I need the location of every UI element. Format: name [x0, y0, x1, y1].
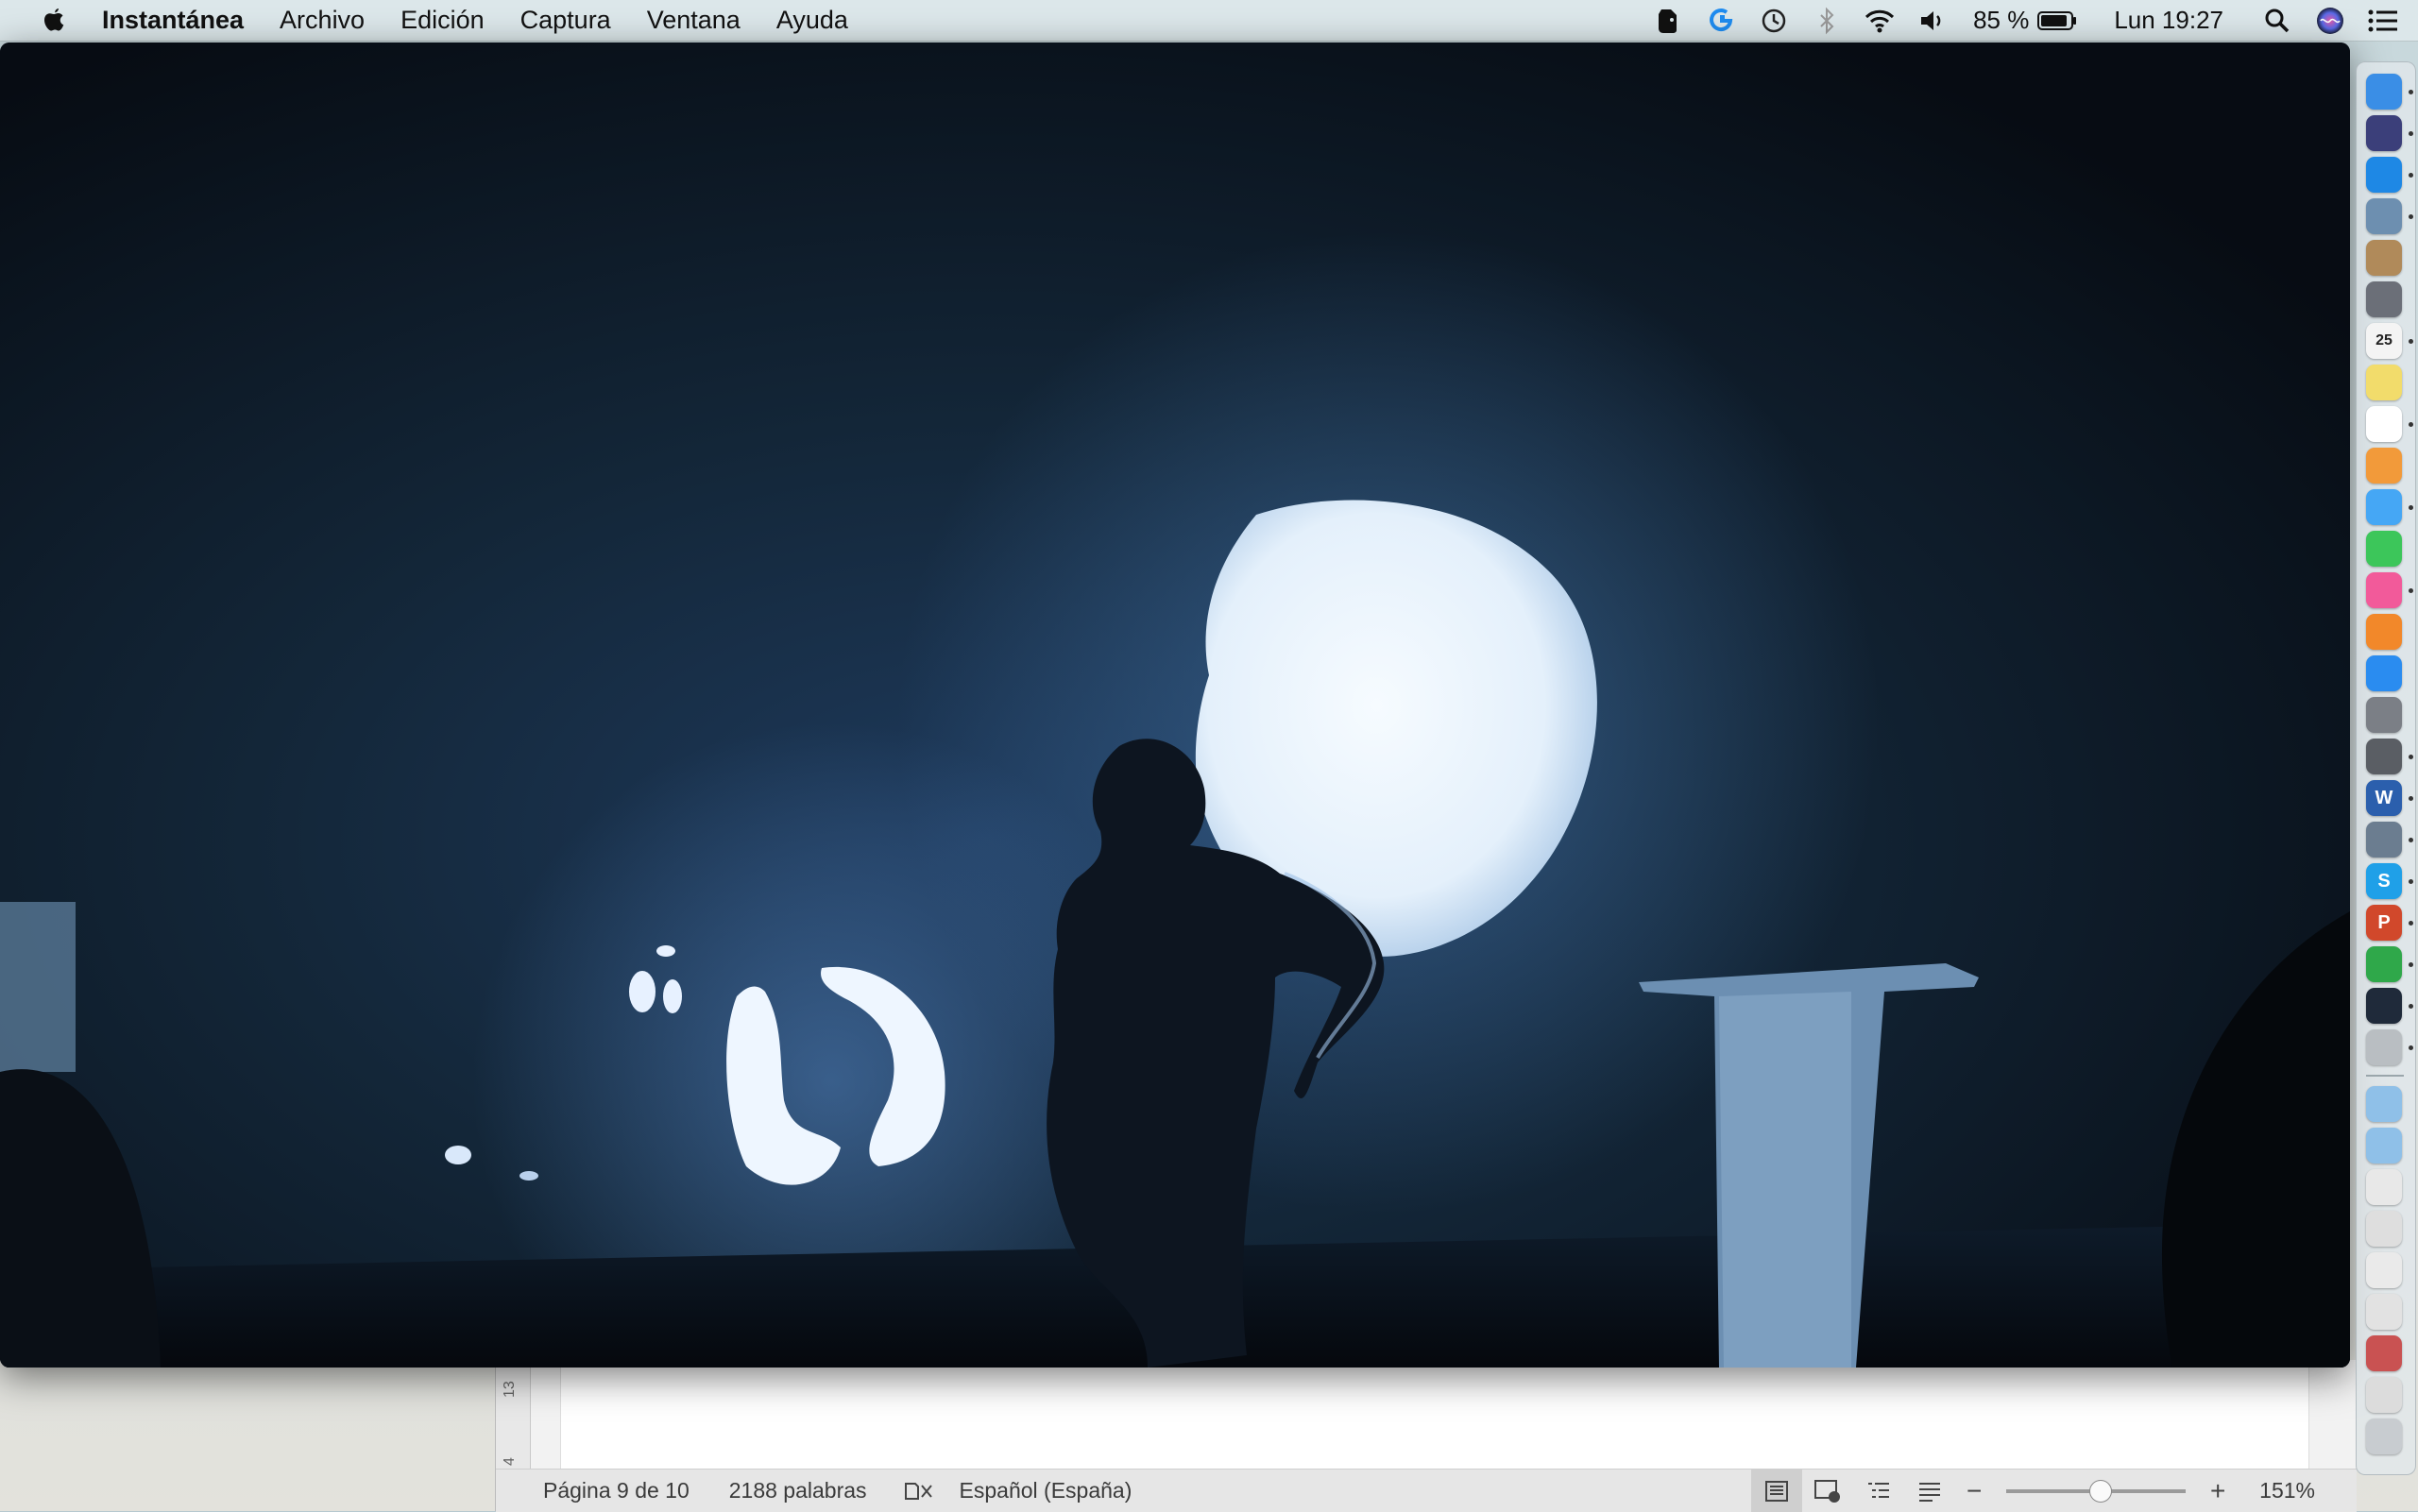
dock: 25 W S P [2356, 61, 2416, 1475]
zoom-in-button[interactable]: + [2199, 1470, 2237, 1512]
document-stack-icon[interactable] [2366, 1294, 2402, 1330]
launchpad-icon[interactable] [2366, 281, 2402, 317]
siri-icon[interactable] [2366, 115, 2402, 151]
zoom-level[interactable]: 151% [2259, 1478, 2315, 1504]
powerpoint-icon[interactable]: P [2366, 905, 2402, 941]
zoom-out-button[interactable]: − [1955, 1470, 1993, 1512]
document-stack-icon[interactable] [2366, 1252, 2402, 1288]
preview-photo-window[interactable] [0, 42, 2350, 1368]
battery-percentage[interactable]: 85 % [1973, 6, 2029, 35]
running-indicator [2409, 962, 2413, 967]
messages-icon[interactable] [2366, 489, 2402, 525]
contacts-icon[interactable] [2366, 240, 2402, 276]
facetime-icon[interactable] [2366, 531, 2402, 567]
finder-icon[interactable] [2366, 74, 2402, 110]
app-store-icon[interactable] [2366, 655, 2402, 691]
running-indicator [2409, 505, 2413, 510]
safari-icon[interactable] [2366, 157, 2402, 193]
siri-icon[interactable] [2314, 5, 2346, 37]
running-indicator [2409, 173, 2413, 178]
outline-view-button[interactable] [1853, 1470, 1904, 1512]
trash-icon[interactable] [2366, 1419, 2402, 1454]
screenshot-icon[interactable] [2366, 1029, 2402, 1065]
running-indicator [2409, 131, 2413, 136]
ibooks-icon[interactable] [2366, 614, 2402, 650]
proofing-icon[interactable] [903, 1480, 935, 1503]
applications-folder-icon[interactable] [2366, 1086, 2402, 1122]
running-indicator [2409, 921, 2413, 926]
document-page[interactable] [560, 1360, 2309, 1469]
itunes-icon[interactable] [2366, 572, 2402, 608]
system-preferences-icon[interactable] [2366, 697, 2402, 733]
word-icon[interactable]: W [2366, 780, 2402, 816]
photos-icon[interactable] [2366, 448, 2402, 484]
calendar-icon[interactable]: 25 [2366, 323, 2402, 359]
menu-ayuda[interactable]: Ayuda [776, 6, 848, 35]
apple-icon[interactable] [38, 5, 70, 37]
evernote-icon[interactable] [2366, 946, 2402, 982]
menu-archivo[interactable]: Archivo [280, 6, 365, 35]
reminders-icon[interactable] [2366, 406, 2402, 442]
running-indicator [2409, 214, 2413, 219]
battery-icon[interactable] [2036, 5, 2078, 37]
word-status-bar: Página 9 de 10 2188 palabras Español (Es… [496, 1469, 2357, 1512]
document-stack-icon[interactable] [2366, 1211, 2402, 1247]
volume-icon[interactable] [1916, 5, 1949, 37]
running-indicator [2409, 1045, 2413, 1050]
running-indicator [2409, 1004, 2413, 1009]
running-indicator [2409, 879, 2413, 884]
time-machine-icon[interactable] [1758, 5, 1790, 37]
vertical-ruler: 13 4 [496, 1360, 531, 1469]
spotlight-icon[interactable] [2261, 5, 2293, 37]
running-indicator [2409, 339, 2413, 344]
ruler-mark: 4 [502, 1457, 518, 1466]
menu-bar: Instantánea Archivo Edición Captura Vent… [0, 0, 2418, 42]
stage-photo [0, 42, 2350, 1368]
skype-icon[interactable]: S [2366, 863, 2402, 899]
running-indicator [2409, 755, 2413, 759]
word-document-window: 13 4 Página 9 de 10 2188 palabras Españo… [495, 1360, 2357, 1512]
notification-center-icon[interactable] [2367, 5, 2399, 37]
running-indicator [2409, 422, 2413, 427]
word-count[interactable]: 2188 palabras [729, 1478, 867, 1504]
running-indicator [2409, 90, 2413, 94]
menu-edicion[interactable]: Edición [400, 6, 485, 35]
notes-icon[interactable] [2366, 365, 2402, 400]
view-controls: − + 151% [1751, 1470, 2357, 1512]
scanner-icon[interactable] [2366, 822, 2402, 858]
preview-icon[interactable] [2366, 198, 2402, 234]
status-menus: 85 % Lun 19:27 [1631, 0, 2418, 41]
document-stack-icon[interactable] [2366, 1335, 2402, 1371]
running-indicator [2409, 838, 2413, 842]
logitech-icon[interactable] [1705, 5, 1737, 37]
downloads-folder-icon[interactable] [2366, 1128, 2402, 1164]
document-stack-icon[interactable] [2366, 1377, 2402, 1413]
ruler-mark: 13 [502, 1381, 518, 1398]
quicktime-icon[interactable] [2366, 988, 2402, 1024]
document-stack-icon[interactable] [2366, 1169, 2402, 1205]
menu-app-name[interactable]: Instantánea [102, 6, 244, 35]
image-capture-icon[interactable] [2366, 739, 2402, 774]
print-layout-view-button[interactable] [1751, 1470, 1803, 1512]
dock-separator [2366, 1075, 2404, 1077]
bluetooth-icon[interactable] [1811, 5, 1843, 37]
draft-view-button[interactable] [1904, 1470, 1955, 1512]
zoom-slider-knob[interactable] [2089, 1479, 2113, 1503]
running-indicator [2409, 588, 2413, 593]
web-layout-view-button[interactable] [1802, 1470, 1853, 1512]
running-indicator [2409, 796, 2413, 801]
page-count[interactable]: Página 9 de 10 [543, 1478, 690, 1504]
wifi-icon[interactable] [1864, 5, 1896, 37]
clock[interactable]: Lun 19:27 [2114, 6, 2223, 35]
language-status[interactable]: Español (España) [960, 1478, 1132, 1504]
menu-captura[interactable]: Captura [520, 6, 611, 35]
evernote-icon[interactable] [1652, 5, 1684, 37]
zoom-slider[interactable] [2006, 1479, 2187, 1503]
menu-ventana[interactable]: Ventana [647, 6, 741, 35]
